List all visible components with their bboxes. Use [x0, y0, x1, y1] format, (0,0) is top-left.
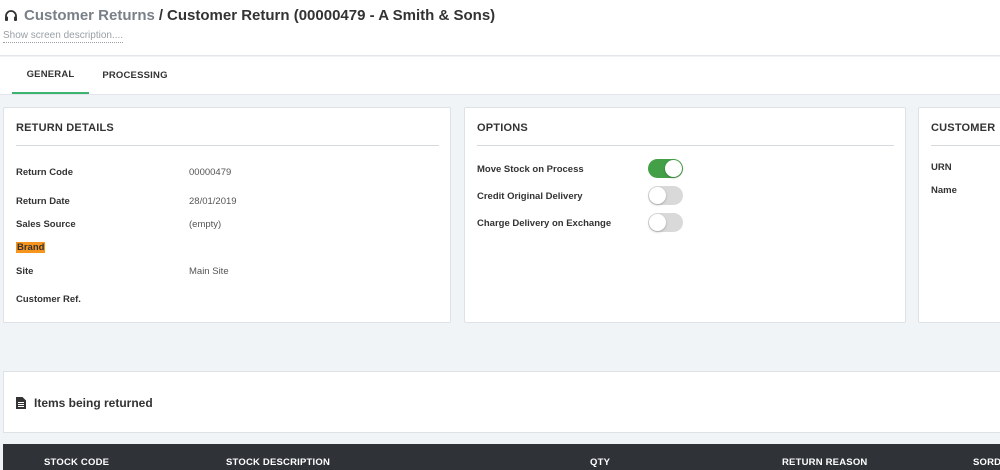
page-title: Customer Return (00000479 - A Smith & So… [167, 7, 496, 24]
tab-general[interactable]: GENERAL [12, 57, 89, 94]
items-returned-title: Items being returned [34, 396, 153, 410]
return-code-label: Return Code [16, 167, 73, 178]
items-returned-panel: Items being returned [3, 371, 1000, 433]
options-title: OPTIONS [477, 122, 528, 134]
options-card: OPTIONS Move Stock on Process Credit Ori… [464, 107, 906, 323]
brand-label: Brand [16, 242, 46, 253]
customer-title: CUSTOMER [931, 122, 996, 134]
tab-bar: GENERAL PROCESSING [0, 57, 1000, 95]
return-details-card: RETURN DETAILS Return Code 00000479 Retu… [3, 107, 451, 323]
move-stock-toggle[interactable] [648, 159, 683, 178]
urn-label: URN [931, 162, 952, 173]
sales-source-value: (empty) [189, 219, 222, 230]
breadcrumb-parent-link[interactable]: Customer Returns [24, 7, 155, 24]
tab-processing[interactable]: PROCESSING [97, 57, 173, 94]
items-returned-heading: Items being returned [16, 396, 153, 410]
toggle-knob [649, 214, 666, 231]
credit-delivery-label: Credit Original Delivery [477, 191, 583, 202]
breadcrumb: Customer Returns / Customer Return (0000… [4, 7, 495, 24]
return-code-value: 00000479 [189, 167, 232, 178]
brand-label-text: Brand [16, 242, 46, 253]
breadcrumb-separator: / [158, 7, 164, 24]
site-label: Site [16, 266, 34, 277]
divider [931, 145, 1000, 146]
column-stock-description[interactable]: STOCK DESCRIPTION [226, 457, 330, 468]
customer-card: CUSTOMER URN Name [918, 107, 1000, 323]
page-header: Customer Returns / Customer Return (0000… [0, 0, 1000, 56]
customer-ref-label: Customer Ref. [16, 294, 81, 305]
return-date-value: 28/01/2019 [189, 196, 237, 207]
return-details-title: RETURN DETAILS [16, 122, 114, 134]
items-table-header: STOCK CODE STOCK DESCRIPTION QTY RETURN … [3, 444, 1000, 470]
return-date-label: Return Date [16, 196, 70, 207]
column-stock-code[interactable]: STOCK CODE [44, 457, 109, 468]
divider [16, 145, 439, 146]
sales-source-label: Sales Source [16, 219, 76, 230]
column-qty[interactable]: QTY [590, 457, 610, 468]
credit-delivery-toggle[interactable] [648, 186, 683, 205]
show-description-link[interactable]: Show screen description.... [3, 30, 124, 43]
column-sord[interactable]: SORD [973, 457, 1000, 468]
toggle-knob [665, 160, 682, 177]
column-return-reason[interactable]: RETURN REASON [782, 457, 867, 468]
headset-icon [4, 9, 18, 23]
charge-delivery-toggle[interactable] [648, 213, 683, 232]
document-icon [16, 397, 26, 409]
charge-delivery-label: Charge Delivery on Exchange [477, 218, 612, 229]
divider [477, 145, 894, 146]
toggle-knob [649, 187, 666, 204]
move-stock-label: Move Stock on Process [477, 164, 584, 175]
site-value: Main Site [189, 266, 229, 277]
name-label: Name [931, 185, 957, 196]
